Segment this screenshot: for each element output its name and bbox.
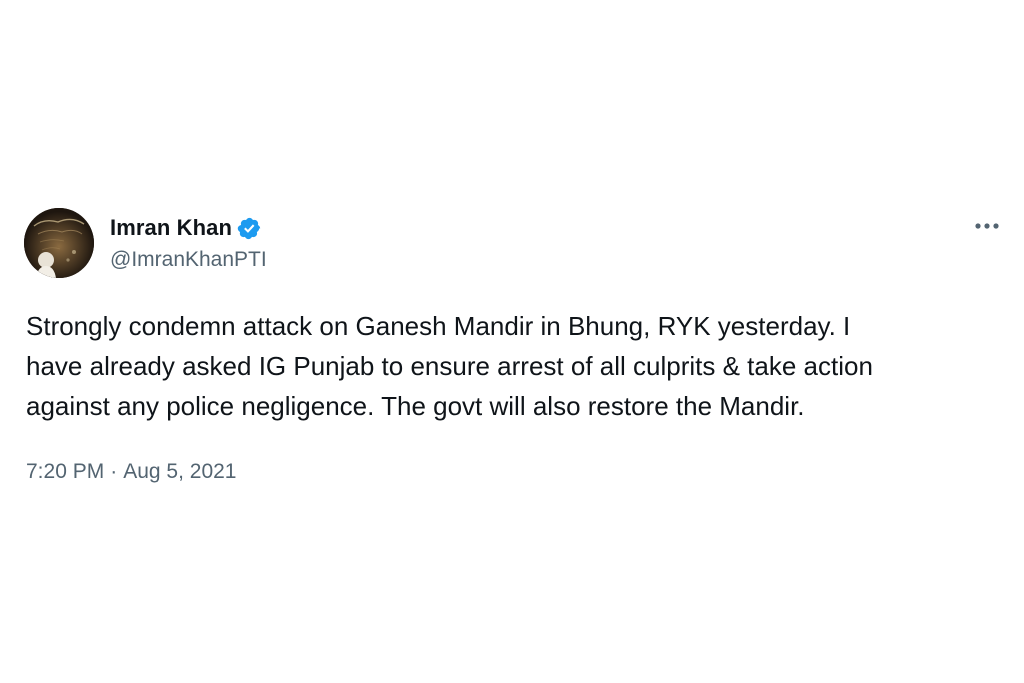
tweet-time[interactable]: 7:20 PM <box>26 460 104 484</box>
display-name[interactable]: Imran Khan <box>110 215 232 241</box>
user-handle[interactable]: @ImranKhanPTI <box>110 248 267 272</box>
tweet-text: Strongly condemn attack on Ganesh Mandir… <box>26 306 1006 426</box>
verified-badge-icon <box>237 216 262 241</box>
avatar[interactable] <box>24 208 94 278</box>
timestamp-row[interactable]: 7:20 PM · Aug 5, 2021 <box>26 460 236 484</box>
name-row: Imran Khan <box>110 212 267 244</box>
tweet-date[interactable]: Aug 5, 2021 <box>123 460 236 484</box>
more-options-button[interactable] <box>970 216 1004 236</box>
profile-photo-icon <box>24 208 94 278</box>
tweet-text-line: have already asked IG Punjab to ensure a… <box>26 351 873 381</box>
ellipsis-icon <box>975 223 999 229</box>
author-block: Imran Khan @ImranKhanPTI <box>110 212 267 276</box>
tweet-header: Imran Khan @ImranKhanPTI <box>24 208 1004 278</box>
tweet-text-line: against any police negligence. The govt … <box>26 391 805 421</box>
separator-dot: · <box>110 460 118 483</box>
tweet-text-line: Strongly condemn attack on Ganesh Mandir… <box>26 311 851 341</box>
tweet-card: Imran Khan @ImranKhanPTI Strongly condem… <box>0 0 1024 683</box>
